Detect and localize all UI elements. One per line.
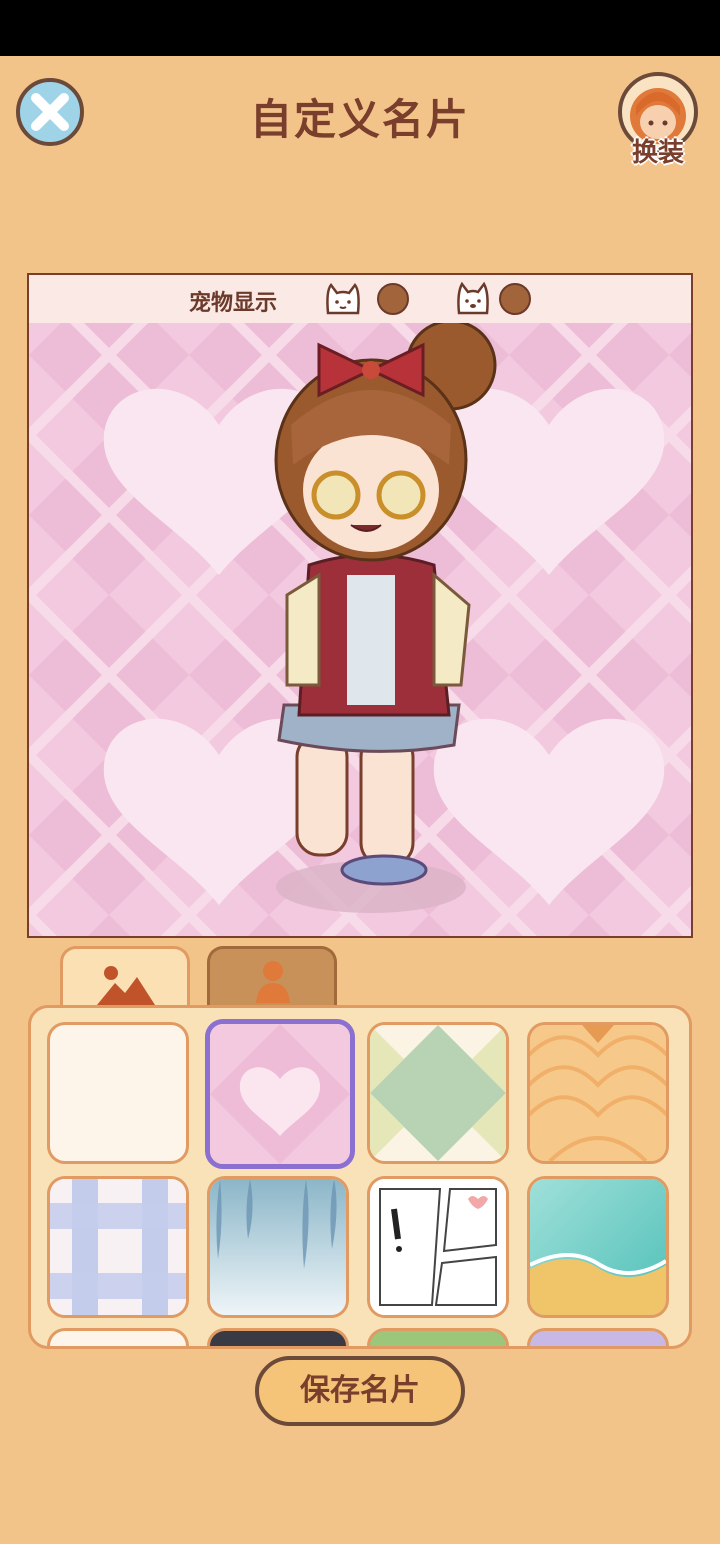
manga-panels-thumbnail xyxy=(370,1179,506,1315)
leafy-blue-thumbnail xyxy=(210,1179,346,1315)
tab-character[interactable] xyxy=(207,946,337,1010)
save-card-button[interactable]: 保存名片 xyxy=(255,1356,465,1426)
landscape-icon xyxy=(97,966,155,1005)
pet-display-bar: 宠物显示 xyxy=(29,275,691,323)
pet-display-label: 宠物显示 xyxy=(189,291,278,316)
cat-toggle[interactable] xyxy=(377,283,409,315)
status-bar xyxy=(0,0,720,56)
bg-tile-row3-1[interactable] xyxy=(47,1328,189,1346)
bg-tile-row3-3[interactable] xyxy=(367,1328,509,1346)
background-picker xyxy=(28,1005,692,1349)
bg-tile-beach-shore[interactable] xyxy=(527,1176,669,1318)
bg-tile-pink-hearts[interactable] xyxy=(205,1019,355,1169)
bg-tile-leafy-blue[interactable] xyxy=(207,1176,349,1318)
bg-tile-green-argyle[interactable] xyxy=(367,1022,509,1164)
bg-tile-orange-scales[interactable] xyxy=(527,1022,669,1164)
tab-background[interactable] xyxy=(60,946,190,1010)
dog-icon[interactable] xyxy=(453,281,493,317)
bg-tile-plain-cream[interactable] xyxy=(47,1022,189,1164)
bg-tile-manga-panels[interactable] xyxy=(367,1176,509,1318)
outfit-label[interactable]: 换装 xyxy=(620,132,696,169)
character-figure xyxy=(274,319,497,913)
green-argyle-thumbnail xyxy=(370,1025,506,1161)
heart-pattern-thumbnail xyxy=(210,1024,350,1164)
beach-shore-thumbnail xyxy=(530,1179,666,1315)
bg-tile-row3-2[interactable] xyxy=(207,1328,349,1346)
dog-toggle[interactable] xyxy=(499,283,531,315)
bg-tile-row3-4[interactable] xyxy=(527,1328,669,1346)
cat-icon[interactable] xyxy=(323,281,363,317)
blue-plaid-thumbnail xyxy=(50,1179,186,1315)
card-preview: 宠物显示 xyxy=(27,273,693,938)
person-icon xyxy=(256,961,290,1003)
bg-tile-blue-plaid[interactable] xyxy=(47,1176,189,1318)
page-title: 自定义名片 xyxy=(249,95,470,144)
orange-scales-thumbnail xyxy=(530,1025,666,1161)
